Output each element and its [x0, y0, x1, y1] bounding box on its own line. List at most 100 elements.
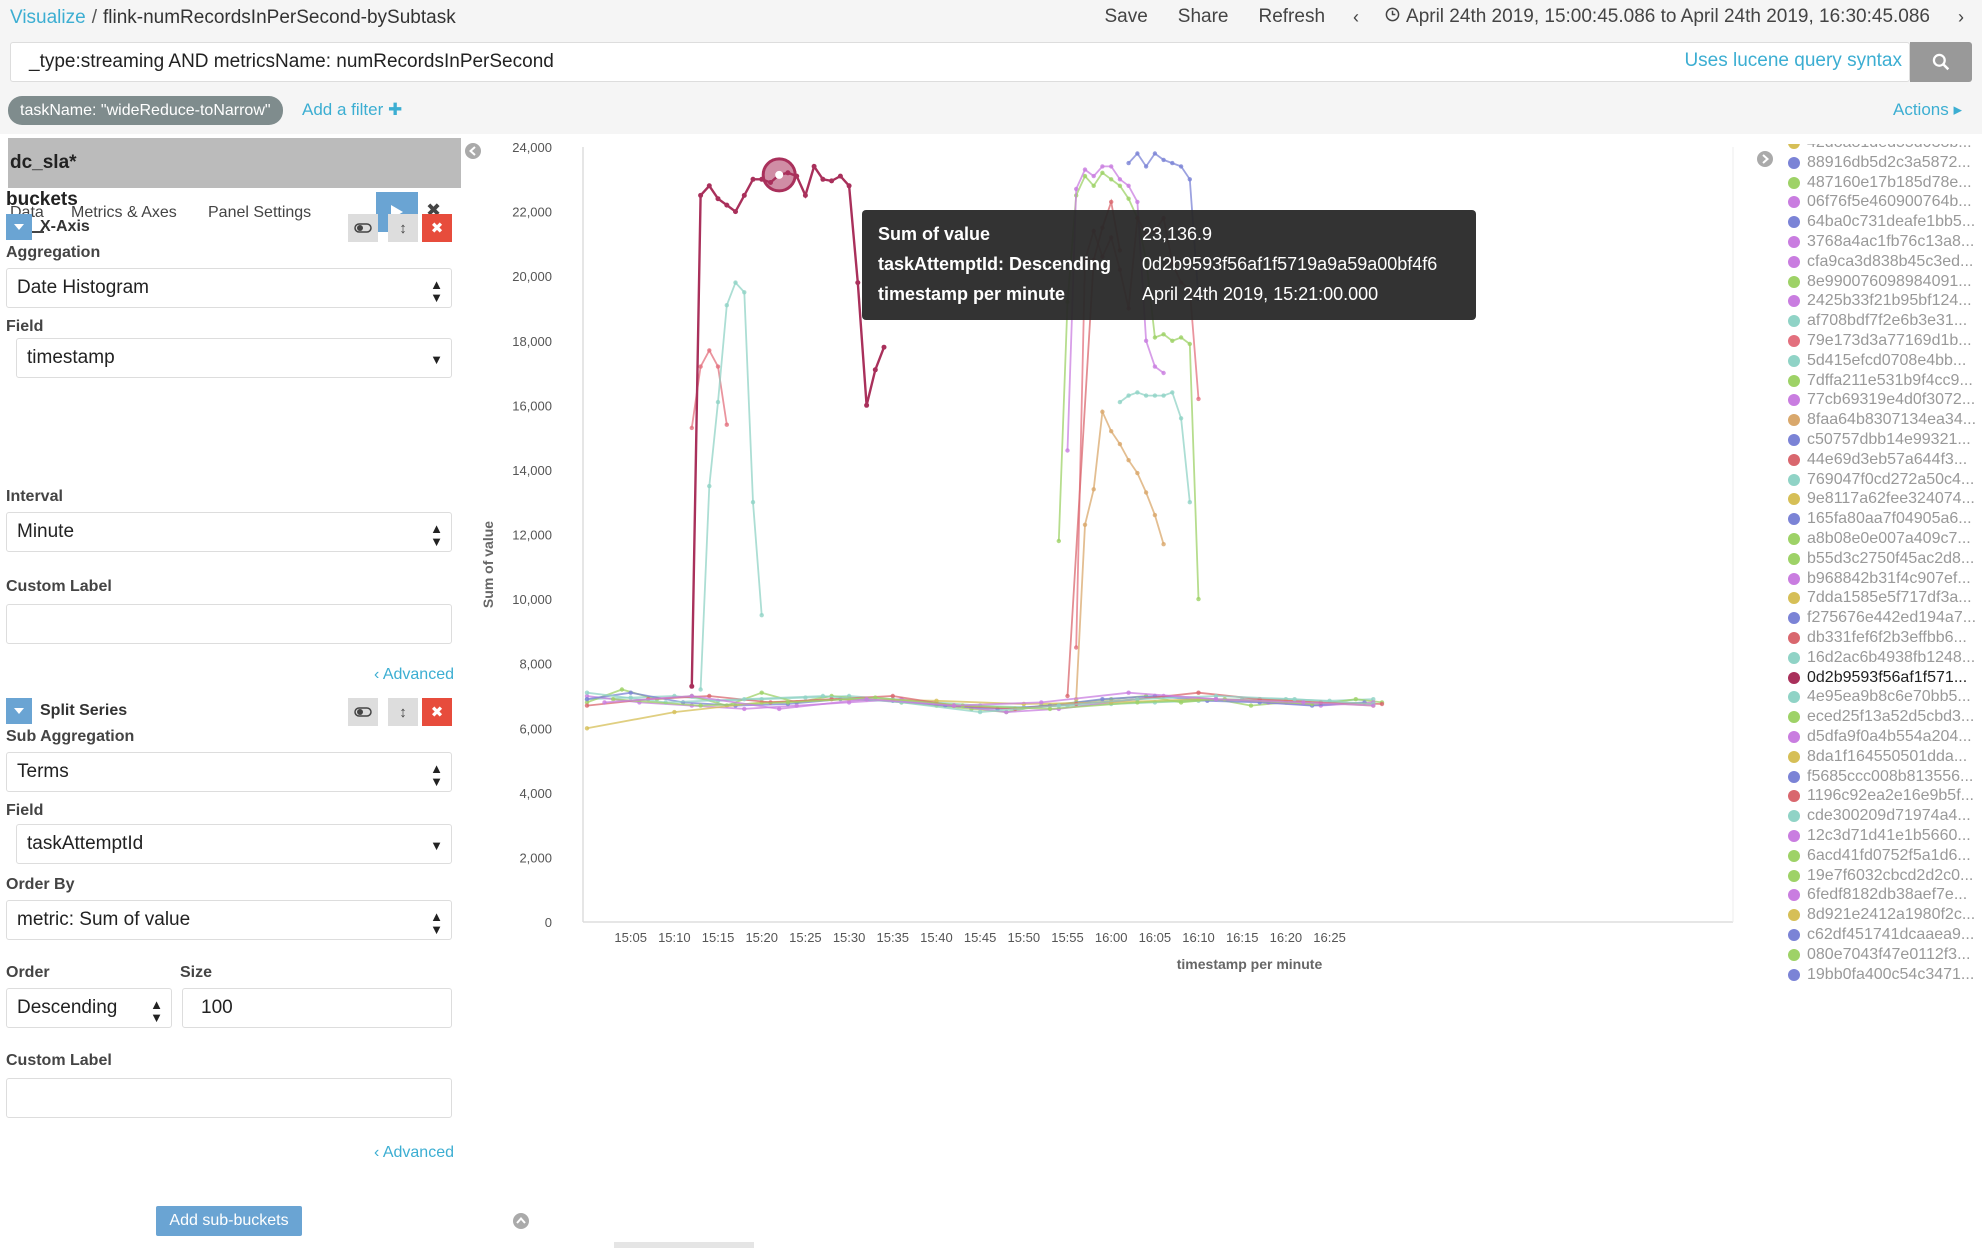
- x-tick-label: 15:35: [876, 930, 909, 945]
- legend-item[interactable]: 8e990076098984091...: [1788, 273, 1972, 291]
- legend-item[interactable]: af708bdf7f2e6b3e31...: [1788, 312, 1967, 330]
- data-point: [1100, 697, 1105, 702]
- tab-panel-settings[interactable]: Panel Settings: [208, 204, 311, 222]
- lucene-syntax-link[interactable]: Uses lucene query syntax: [1684, 50, 1902, 72]
- search-button[interactable]: [1910, 42, 1972, 82]
- legend-item[interactable]: 2425b33f21b95bf124...: [1788, 292, 1972, 310]
- legend-item[interactable]: db331fef6f2b3effbb6...: [1788, 629, 1967, 647]
- legend-item[interactable]: 7dffa211e531b9f4cc9...: [1788, 372, 1973, 390]
- tooltip-row: taskAttemptId: Descending 0d2b9593f56af1f…: [878, 254, 1438, 274]
- save-button[interactable]: Save: [1104, 6, 1147, 28]
- time-prev-icon[interactable]: ‹: [1353, 7, 1359, 28]
- legend-item[interactable]: 165fa80aa7f04905a6...: [1788, 510, 1972, 528]
- legend-item[interactable]: 4e95ea9b8c6e70bb5...: [1788, 688, 1971, 706]
- interval-select[interactable]: Minute ▲ ▼: [6, 512, 452, 552]
- legend-dot-icon: [1788, 632, 1800, 644]
- split-collapse-button[interactable]: [6, 698, 32, 724]
- search-icon: [1932, 53, 1950, 71]
- xaxis-toggle-icon[interactable]: [348, 214, 378, 242]
- xaxis-collapse-button[interactable]: [6, 214, 32, 240]
- xaxis-custom-label-input[interactable]: [6, 604, 452, 644]
- legend-item[interactable]: b55d3c2750f45ac2d8...: [1788, 550, 1974, 568]
- legend-item[interactable]: b968842b31f4c907ef...: [1788, 570, 1971, 588]
- size-input[interactable]: 100: [182, 988, 452, 1028]
- legend-item[interactable]: d5dfa9f0a4b554a204...: [1788, 728, 1972, 746]
- legend-toggle-icon[interactable]: [1756, 150, 1774, 173]
- legend-item[interactable]: 6acd41fd0752f5a1d6...: [1788, 847, 1971, 865]
- legend-item[interactable]: 44e69d3eb57a644f3...: [1788, 451, 1967, 469]
- legend-item[interactable]: 487160e17b185d78e...: [1788, 174, 1972, 192]
- add-sub-buckets-button[interactable]: Add sub-buckets: [156, 1206, 302, 1236]
- split-custom-label-input[interactable]: [6, 1078, 452, 1118]
- xaxis-field-select[interactable]: timestamp ▼: [16, 338, 452, 378]
- legend-dot-icon: [1788, 255, 1800, 268]
- legend-item[interactable]: 19e7f6032cbcd2d2c0...: [1788, 867, 1973, 885]
- legend-dot-icon: [1788, 790, 1800, 803]
- split-field-select[interactable]: taskAttemptId ▼: [16, 824, 452, 864]
- clock-icon[interactable]: [1385, 7, 1400, 27]
- legend-label: db331fef6f2b3effbb6...: [1807, 629, 1967, 646]
- legend-item[interactable]: cde300209d71974a4...: [1788, 807, 1971, 825]
- xaxis-reorder-icon[interactable]: ↕: [388, 214, 418, 242]
- query-input[interactable]: _type:streaming AND metricsName: numReco…: [10, 42, 1910, 82]
- legend-item[interactable]: f5685ccc008b813556...: [1788, 768, 1973, 786]
- order-select[interactable]: Descending ▲ ▼: [6, 988, 172, 1028]
- legend-item[interactable]: 1196c92ea2e16e9b5f...: [1788, 787, 1974, 805]
- legend-item[interactable]: 080e7043f47e0112f3...: [1788, 946, 1970, 964]
- legend-item[interactable]: 7dda1585e5f717df3a...: [1788, 589, 1972, 607]
- legend-item[interactable]: 5d415efcd0708e4bb...: [1788, 352, 1966, 370]
- data-point: [1135, 700, 1140, 705]
- data-point: [602, 700, 607, 705]
- legend-item[interactable]: 77cb69319e4d0f3072...: [1788, 391, 1975, 409]
- split-remove-icon[interactable]: ✖: [422, 698, 452, 726]
- x-tick-label: 15:45: [964, 930, 997, 945]
- actions-link[interactable]: Actions ▸: [1893, 100, 1962, 120]
- filter-pill-taskname[interactable]: taskName: "wideReduce-toNarrow": [8, 96, 283, 125]
- legend-item[interactable]: 0d2b9593f56af1f571...: [1788, 669, 1967, 687]
- legend-item[interactable]: 6fedf8182db38aef7e...: [1788, 886, 1967, 904]
- legend-item[interactable]: 9e8117a62fee324074...: [1788, 490, 1975, 508]
- legend-item[interactable]: 19bb0fa400c54c3471...: [1788, 966, 1974, 984]
- order-by-select[interactable]: metric: Sum of value ▲ ▼: [6, 900, 452, 940]
- legend-item[interactable]: 64ba0c731deafe1bb5...: [1788, 213, 1975, 231]
- xaxis-advanced-link[interactable]: ‹ Advanced: [374, 666, 454, 684]
- split-advanced-link[interactable]: ‹ Advanced: [374, 1144, 454, 1162]
- time-range-picker[interactable]: April 24th 2019, 15:00:45.086 to April 2…: [1406, 6, 1930, 28]
- data-point: [1074, 186, 1079, 192]
- legend-item[interactable]: 3768a4ac1fb76c13a8...: [1788, 233, 1974, 251]
- data-point: [1117, 177, 1123, 182]
- legend-item[interactable]: 88916db5d2c3a5872...: [1788, 154, 1971, 172]
- breadcrumb-visualize-link[interactable]: Visualize: [10, 7, 86, 28]
- x-tick-label: 15:15: [702, 930, 735, 945]
- caret-down-icon: ▼: [430, 352, 443, 367]
- legend-item[interactable]: c50757dbb14e99321...: [1788, 431, 1971, 449]
- legend-item[interactable]: 769047f0cd272a50c4...: [1788, 471, 1974, 489]
- split-toggle-icon[interactable]: [348, 698, 378, 726]
- legend-item[interactable]: a8b08e0e007a409c7...: [1788, 530, 1971, 548]
- legend-item[interactable]: 8da1f164550501dda...: [1788, 748, 1967, 766]
- legend-item[interactable]: 12c3d71d41e1b5660...: [1788, 827, 1971, 845]
- sub-aggregation-select[interactable]: Terms ▲ ▼: [6, 752, 452, 792]
- aggregation-select[interactable]: Date Histogram ▲ ▼: [6, 268, 452, 308]
- legend-label: 3768a4ac1fb76c13a8...: [1807, 233, 1975, 250]
- legend-item[interactable]: f275676e442ed194a7...: [1788, 609, 1976, 627]
- data-point: [584, 726, 590, 731]
- legend-item[interactable]: 42d8a81ded55d038b...: [1788, 144, 1972, 152]
- time-next-icon[interactable]: ›: [1958, 7, 1964, 28]
- legend-item[interactable]: 16d2ac6b4938fb1248...: [1788, 649, 1975, 667]
- legend-item[interactable]: c62df451741dcaaea9...: [1788, 926, 1974, 944]
- legend-item[interactable]: 79e173d3a77169d1b...: [1788, 332, 1972, 350]
- split-reorder-icon[interactable]: ↕: [388, 698, 418, 726]
- add-filter-link[interactable]: Add a filter ✚: [302, 100, 402, 120]
- legend-label: c50757dbb14e99321...: [1807, 431, 1971, 448]
- legend-item[interactable]: eced25f13a52d5cbd3...: [1788, 708, 1974, 726]
- horizontal-scrollbar[interactable]: [614, 1242, 754, 1248]
- share-button[interactable]: Share: [1178, 6, 1229, 28]
- legend-item[interactable]: 8faa64b8307134ea34...: [1788, 411, 1976, 429]
- legend-item[interactable]: cfa9ca3d838b45c3ed...: [1788, 253, 1973, 271]
- split-custom-label-label: Custom Label: [6, 1052, 112, 1069]
- refresh-button[interactable]: Refresh: [1258, 6, 1325, 28]
- legend-item[interactable]: 8d921e2412a1980f2c...: [1788, 906, 1975, 924]
- xaxis-remove-icon[interactable]: ✖: [422, 214, 452, 242]
- legend-item[interactable]: 06f76f5e460900764b...: [1788, 193, 1972, 211]
